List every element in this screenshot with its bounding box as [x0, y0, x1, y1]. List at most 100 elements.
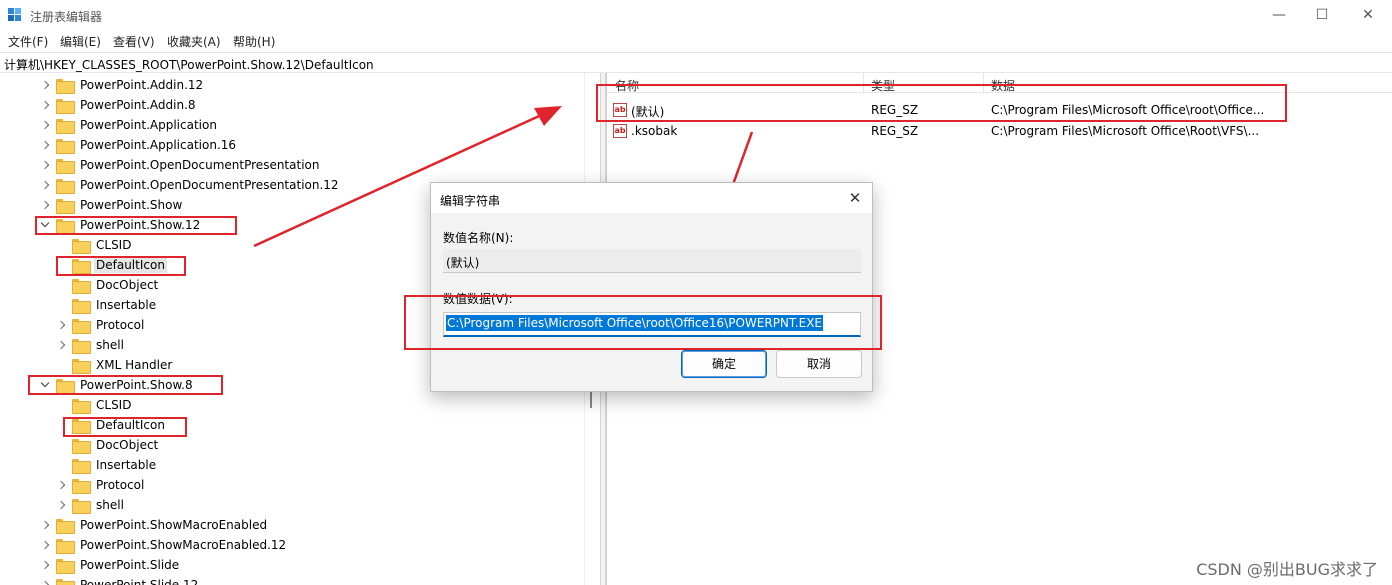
tree-item[interactable]: PowerPoint.ShowMacroEnabled — [40, 515, 269, 535]
column-type[interactable]: 类型 — [871, 77, 895, 94]
value-name: (默认) — [631, 105, 665, 119]
chevron-right-icon[interactable] — [40, 195, 52, 215]
chevron-right-icon[interactable] — [40, 155, 52, 175]
title-bar: 注册表编辑器 — ☐ ✕ — [0, 0, 1392, 30]
ok-button[interactable]: 确定 — [681, 350, 767, 378]
menu-edit[interactable]: 编辑(E) — [60, 33, 101, 50]
tree-item[interactable]: DocObject — [56, 435, 160, 455]
tree-item[interactable]: CLSID — [56, 235, 133, 255]
tree-item[interactable]: DocObject — [56, 275, 160, 295]
tree-item-label: Insertable — [96, 298, 157, 312]
value-name-label: 数值名称(N): — [443, 231, 514, 245]
menu-file[interactable]: 文件(F) — [8, 33, 48, 50]
tree-item[interactable]: PowerPoint.Show — [40, 195, 184, 215]
column-divider[interactable] — [983, 73, 984, 93]
column-name[interactable]: 名称 — [615, 77, 639, 94]
chevron-right-icon[interactable] — [40, 115, 52, 135]
dialog-close-icon[interactable]: ✕ — [844, 188, 866, 208]
maximize-button[interactable]: ☐ — [1302, 4, 1342, 26]
tree-item[interactable]: Protocol — [56, 475, 146, 495]
folder-icon — [56, 178, 75, 194]
tree-item-label: PowerPoint.Slide.12 — [80, 578, 199, 585]
tree-item[interactable]: PowerPoint.Show.8 — [40, 375, 195, 395]
column-data[interactable]: 数据 — [991, 77, 1015, 94]
tree-item[interactable]: Protocol — [56, 315, 146, 335]
value-data-input[interactable]: C:\Program Files\Microsoft Office\root\O… — [443, 312, 861, 337]
tree-item-label: DefaultIcon — [96, 418, 165, 432]
chevron-right-icon[interactable] — [40, 515, 52, 535]
folder-icon — [56, 98, 75, 114]
chevron-right-icon[interactable] — [40, 135, 52, 155]
menu-favorites[interactable]: 收藏夹(A) — [167, 33, 221, 50]
folder-icon — [72, 338, 91, 354]
chevron-down-icon[interactable] — [40, 375, 52, 395]
tree-item[interactable]: shell — [56, 335, 126, 355]
chevron-right-icon[interactable] — [56, 315, 68, 335]
value-name: .ksobak — [631, 124, 678, 138]
tree-item[interactable]: PowerPoint.Show.12 — [40, 215, 202, 235]
cancel-button[interactable]: 取消 — [776, 350, 862, 378]
value-data: C:\Program Files\Microsoft Office\Root\V… — [991, 124, 1260, 138]
folder-icon — [72, 398, 91, 414]
tree-item-label: shell — [96, 498, 124, 512]
tree-item[interactable]: DefaultIcon — [56, 415, 167, 435]
chevron-right-icon[interactable] — [40, 95, 52, 115]
tree-item[interactable]: PowerPoint.Slide — [40, 555, 181, 575]
chevron-right-icon[interactable] — [56, 475, 68, 495]
folder-icon — [72, 498, 91, 514]
list-item[interactable]: ab (默认) REG_SZ C:\Program Files\Microsof… — [607, 100, 1392, 120]
tree-item[interactable]: PowerPoint.Application.16 — [40, 135, 238, 155]
chevron-right-icon[interactable] — [40, 535, 52, 555]
address-path[interactable]: 计算机\HKEY_CLASSES_ROOT\PowerPoint.Show.12… — [4, 56, 374, 73]
tree-item-label: DefaultIcon — [94, 257, 167, 273]
folder-icon — [72, 418, 91, 434]
close-button[interactable]: ✕ — [1348, 4, 1388, 26]
tree-item[interactable]: Insertable — [56, 295, 158, 315]
edit-string-dialog: 编辑字符串 ✕ 数值名称(N): (默认) 数值数据(V): C:\Progra… — [430, 182, 873, 392]
menu-help[interactable]: 帮助(H) — [233, 33, 275, 50]
chevron-right-icon[interactable] — [40, 75, 52, 95]
tree-item[interactable]: CLSID — [56, 395, 133, 415]
menu-bar: 文件(F) 编辑(E) 查看(V) 收藏夹(A) 帮助(H) — [0, 30, 1392, 52]
scrollbar-thumb[interactable] — [590, 390, 592, 408]
tree-item[interactable]: PowerPoint.Slide.12 — [40, 575, 200, 585]
list-header: 名称 类型 数据 — [607, 73, 1392, 93]
chevron-right-icon[interactable] — [40, 575, 52, 585]
tree-item-label: PowerPoint.Show — [80, 198, 183, 212]
folder-icon — [56, 218, 75, 234]
chevron-down-icon[interactable] — [40, 215, 52, 235]
tree-item[interactable]: PowerPoint.Addin.12 — [40, 75, 205, 95]
tree-item-label: PowerPoint.Application.16 — [80, 138, 237, 152]
address-bar[interactable]: 计算机\HKEY_CLASSES_ROOT\PowerPoint.Show.12… — [0, 52, 1392, 73]
tree-item-label: PowerPoint.Show.8 — [80, 378, 193, 392]
folder-icon — [56, 518, 75, 534]
tree-item-label: CLSID — [96, 238, 132, 252]
tree-item[interactable]: Insertable — [56, 455, 158, 475]
tree-item[interactable]: PowerPoint.Application — [40, 115, 219, 135]
chevron-right-icon[interactable] — [40, 175, 52, 195]
chevron-right-icon[interactable] — [56, 335, 68, 355]
tree-item[interactable]: PowerPoint.OpenDocumentPresentation — [40, 155, 321, 175]
menu-view[interactable]: 查看(V) — [113, 33, 155, 50]
tree-item[interactable]: PowerPoint.OpenDocumentPresentation.12 — [40, 175, 341, 195]
tree-item-label: CLSID — [96, 398, 132, 412]
tree-item[interactable]: DefaultIcon — [56, 255, 167, 275]
registry-editor-icon — [8, 8, 21, 21]
value-type: REG_SZ — [871, 124, 919, 138]
chevron-right-icon[interactable] — [40, 555, 52, 575]
tree-item[interactable]: XML Handler — [56, 355, 174, 375]
tree-item[interactable]: PowerPoint.Addin.8 — [40, 95, 198, 115]
tree-item[interactable]: shell — [56, 495, 126, 515]
column-divider[interactable] — [863, 73, 864, 93]
value-data: C:\Program Files\Microsoft Office\root\O… — [991, 103, 1265, 117]
chevron-right-icon[interactable] — [56, 495, 68, 515]
minimize-button[interactable]: — — [1259, 4, 1299, 26]
list-item[interactable]: ab .ksobak REG_SZ C:\Program Files\Micro… — [607, 121, 1392, 141]
tree-item[interactable]: PowerPoint.ShowMacroEnabled.12 — [40, 535, 288, 555]
value-data-text[interactable]: C:\Program Files\Microsoft Office\root\O… — [446, 315, 824, 331]
